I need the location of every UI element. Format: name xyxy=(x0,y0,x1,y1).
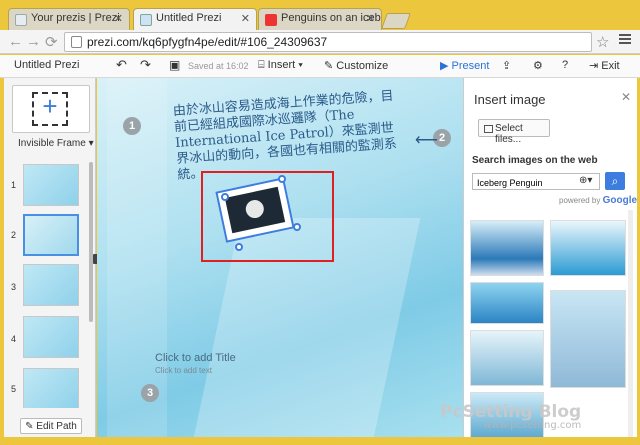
redo-icon[interactable]: ↷ xyxy=(140,57,151,73)
path-thumb-2[interactable] xyxy=(23,214,79,256)
editor-area: + Invisible Frame ▾ 1 2 3 4 5 ✎ Edit Pat… xyxy=(4,78,637,437)
select-files-button[interactable]: Select files... xyxy=(478,119,550,145)
url-text: prezi.com/kq6pfygfn4pe/edit/#106_2430963… xyxy=(87,35,328,49)
prezi-canvas[interactable]: 1 2 3 ⟵ 由於冰山容易造成海上作業的危險，目前已經組成國際冰巡邏隊（The… xyxy=(97,78,463,437)
highlight-box xyxy=(201,171,334,262)
close-icon[interactable]: ✕ xyxy=(241,12,250,25)
arrow-icon: ⟵ xyxy=(415,132,438,149)
undo-icon[interactable]: ↶ xyxy=(116,57,127,73)
search-icon: ⌕ xyxy=(611,174,619,188)
close-icon[interactable]: ✕ xyxy=(114,12,123,25)
save-icon[interactable]: ▣ xyxy=(169,58,180,72)
browser-window: Your prezis | Prezi ✕ Untitled Prezi ✕ P… xyxy=(0,0,640,445)
address-bar[interactable]: prezi.com/kq6pfygfn4pe/edit/#106_2430963… xyxy=(64,32,592,52)
thumb-number: 3 xyxy=(11,282,17,292)
saved-status: Saved at 16:02 xyxy=(188,61,249,71)
thumb-number: 2 xyxy=(11,230,17,240)
sidebar-scrollbar[interactable] xyxy=(89,162,93,322)
result-image-5[interactable] xyxy=(470,330,544,386)
add-frame-button[interactable]: + xyxy=(12,85,90,133)
edit-path-button[interactable]: ✎ Edit Path xyxy=(20,418,82,434)
tab-penguins[interactable]: Penguins on an iceberg ✕ xyxy=(258,8,382,30)
play-icon: ▶ xyxy=(440,60,452,72)
thumb-number: 4 xyxy=(11,334,17,344)
present-label: Present xyxy=(451,60,490,72)
watermark: PcSetting Blog www.pcsetting.com xyxy=(440,402,581,431)
powered-by-text: powered by xyxy=(559,196,601,205)
path-step-3[interactable]: 3 xyxy=(141,384,159,402)
thumb-number: 1 xyxy=(11,180,17,190)
path-step-1[interactable]: 1 xyxy=(123,117,141,135)
result-image-4[interactable] xyxy=(550,290,626,388)
insert-menu[interactable]: ⌸ Insert ▾ xyxy=(258,59,303,72)
tab-your-prezis[interactable]: Your prezis | Prezi ✕ xyxy=(8,8,130,30)
edit-path-label: Edit Path xyxy=(36,421,77,432)
share-icon[interactable]: ⇪ xyxy=(502,59,511,72)
path-thumb-4[interactable] xyxy=(23,316,79,358)
search-button[interactable]: ⌕ xyxy=(605,172,625,190)
pencil-icon: ✎ xyxy=(25,421,37,432)
thumb-number: 5 xyxy=(11,384,17,394)
path-thumbnails: 1 2 3 4 5 xyxy=(4,162,96,408)
tab-title: Untitled Prezi xyxy=(156,12,222,24)
frame-type-label: Invisible Frame xyxy=(18,138,86,149)
exit-label: Exit xyxy=(601,60,620,72)
customize-label: Customize xyxy=(336,60,389,72)
prezi-title[interactable]: Untitled Prezi xyxy=(14,59,79,71)
close-icon[interactable]: ✕ xyxy=(621,90,631,104)
forward-icon[interactable]: → xyxy=(26,33,41,50)
path-thumb-1[interactable] xyxy=(23,164,79,206)
tab-untitled-prezi[interactable]: Untitled Prezi ✕ xyxy=(133,8,257,30)
panel-scrollbar[interactable] xyxy=(628,210,633,437)
menu-icon[interactable] xyxy=(619,34,631,46)
globe-icon[interactable]: ⊕▾ xyxy=(579,175,592,186)
result-image-2[interactable] xyxy=(550,220,626,276)
prezi-favicon xyxy=(15,14,27,26)
add-title-placeholder[interactable]: Click to add Title Click to add text xyxy=(155,352,236,375)
prezi-toolbar: Untitled Prezi ↶ ↷ ▣ Saved at 16:02 ⌸ In… xyxy=(0,55,640,78)
insert-icon: ⌸ xyxy=(258,59,268,71)
result-image-3[interactable] xyxy=(470,282,544,324)
new-tab-button[interactable] xyxy=(381,13,411,29)
brush-icon: ✎ xyxy=(324,60,337,72)
plus-icon: + xyxy=(42,91,58,121)
add-title-text: Click to add Title xyxy=(155,352,236,364)
powered-by: powered by Google xyxy=(559,195,637,206)
path-thumb-3[interactable] xyxy=(23,264,79,306)
browser-toolbar: ← → ⟳ prezi.com/kq6pfygfn4pe/edit/#106_2… xyxy=(0,30,640,54)
customize-button[interactable]: ✎ Customize xyxy=(324,59,388,72)
prezi-favicon xyxy=(140,14,152,26)
reload-icon[interactable]: ⟳ xyxy=(45,33,58,51)
help-icon[interactable]: ? xyxy=(562,59,568,71)
google-logo: Google xyxy=(602,195,638,206)
add-text-placeholder: Click to add text xyxy=(155,366,212,375)
path-sidebar: + Invisible Frame ▾ 1 2 3 4 5 ✎ Edit Pat… xyxy=(4,78,96,437)
present-button[interactable]: ▶ Present xyxy=(440,59,489,72)
tab-strip: Your prezis | Prezi ✕ Untitled Prezi ✕ P… xyxy=(0,6,640,30)
insert-image-panel: Insert image ✕ Select files... Search im… xyxy=(463,78,637,437)
back-icon[interactable]: ← xyxy=(8,33,23,50)
page-icon xyxy=(71,36,82,48)
search-label: Search images on the web xyxy=(472,155,598,166)
watermark-title: PcSetting Blog xyxy=(440,402,582,422)
result-image-1[interactable] xyxy=(470,220,544,276)
exit-icon: ⇥ xyxy=(589,60,602,72)
frame-type-dropdown[interactable]: Invisible Frame ▾ xyxy=(18,138,94,149)
path-thumb-5[interactable] xyxy=(23,368,79,408)
insert-label: Insert xyxy=(267,59,296,71)
exit-button[interactable]: ⇥ Exit xyxy=(589,59,620,72)
tab-title: Your prezis | Prezi xyxy=(31,12,120,24)
youtube-icon xyxy=(265,14,277,26)
canvas-text[interactable]: 由於冰山容易造成海上作業的危險，目前已經組成國際冰巡邏隊（The Interna… xyxy=(172,88,407,184)
panel-title: Insert image xyxy=(474,92,546,107)
gear-icon[interactable]: ⚙ xyxy=(533,59,543,72)
close-icon[interactable]: ✕ xyxy=(366,12,375,25)
bookmark-star-icon[interactable]: ☆ xyxy=(596,33,609,51)
